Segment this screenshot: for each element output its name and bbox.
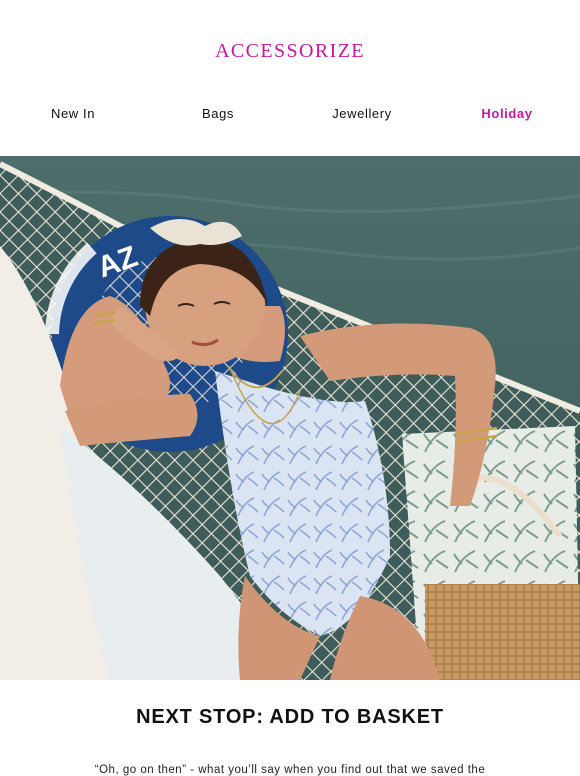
body-copy: “Oh, go on then” - what you’ll say when …	[94, 764, 486, 776]
nav-item-jewellery[interactable]: Jewellery	[332, 106, 392, 121]
brand-logo[interactable]: ACCESSORIZE	[0, 40, 580, 63]
nav-item-holiday[interactable]: Holiday	[481, 106, 532, 121]
hero-banner-link[interactable]: AZ	[0, 156, 580, 680]
nav-item-new-in[interactable]: New In	[51, 106, 95, 121]
nav-item-bags[interactable]: Bags	[202, 106, 234, 121]
section-headline: NEXT STOP: ADD TO BASKET	[136, 706, 444, 728]
main-nav: New In Bags Jewellery Holiday	[0, 106, 580, 128]
hero-image: AZ	[0, 156, 580, 680]
